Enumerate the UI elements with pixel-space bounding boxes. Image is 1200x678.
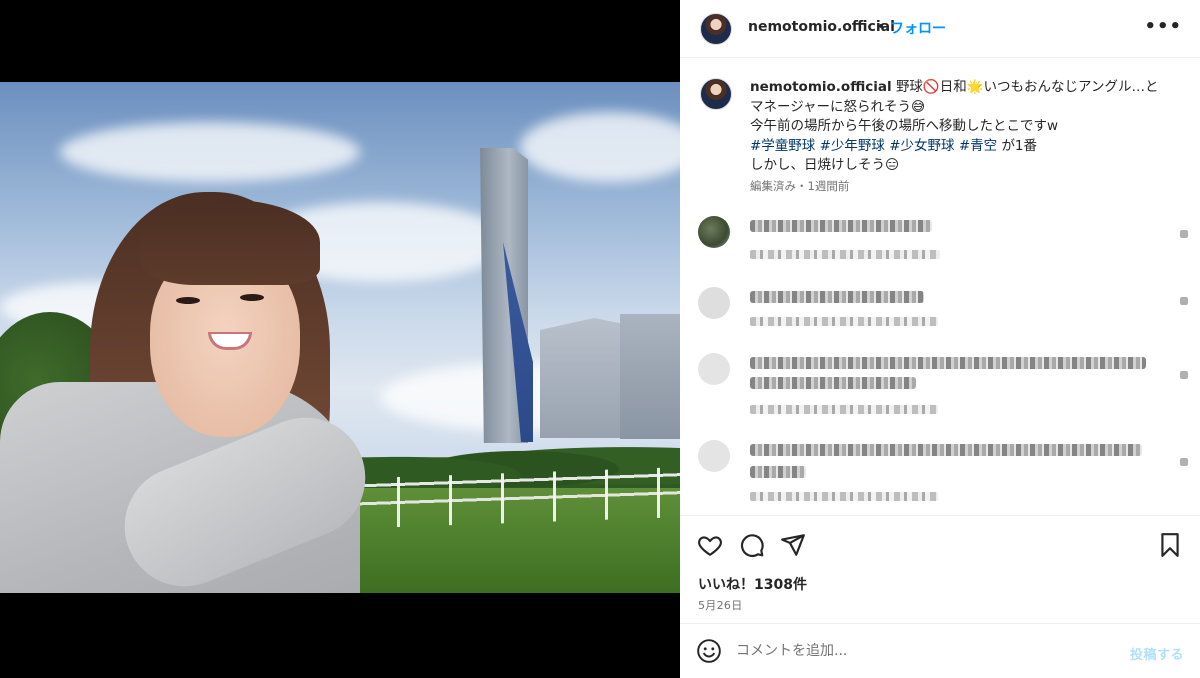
caption-line5: しかし、日焼けしそう😑 <box>750 157 900 173</box>
comment-input[interactable] <box>736 636 1106 666</box>
add-comment-bar: 投稿する <box>680 623 1200 678</box>
hashtag-link[interactable]: #青空 <box>959 138 997 154</box>
hashtag-link[interactable]: #学童野球 <box>750 138 815 154</box>
bookmark-icon[interactable] <box>1157 532 1183 558</box>
more-options-icon[interactable]: ••• <box>1144 16 1182 37</box>
action-bar: いいね！1308件 5月26日 <box>680 515 1200 623</box>
comment-item <box>698 440 1188 510</box>
caption-line4-suffix: が1番 <box>1001 137 1038 154</box>
comment-item <box>698 353 1188 423</box>
heart-icon[interactable] <box>697 532 723 558</box>
commenter-avatar[interactable] <box>698 440 730 472</box>
caption-line1: 野球🚫日和🌟いつもおんなじアングル…と <box>895 79 1159 95</box>
like-comment-icon[interactable] <box>1180 297 1188 305</box>
caption-meta: 編集済み・1週間前 <box>750 179 850 193</box>
like-comment-icon[interactable] <box>1180 230 1188 238</box>
post-panel: nemotomio.official • フォロー ••• nemotomio.… <box>680 0 1200 678</box>
like-comment-icon[interactable] <box>1180 458 1188 466</box>
follow-button[interactable]: フォロー <box>890 18 946 38</box>
comment-item <box>698 216 1188 276</box>
caption-line2: マネージャーに怒られそう😅 <box>750 98 926 115</box>
comment-icon[interactable] <box>739 532 765 558</box>
post-media <box>0 0 680 678</box>
avatar[interactable] <box>700 13 732 45</box>
caption: nemotomio.official 野球🚫日和🌟いつもおんなじアングル…と マ… <box>750 78 1180 176</box>
hashtag-link[interactable]: #少年野球 <box>820 138 885 154</box>
caption-username[interactable]: nemotomio.official <box>750 79 892 95</box>
post-header: nemotomio.official • フォロー ••• <box>680 0 1200 58</box>
post-date: 5月26日 <box>698 599 743 612</box>
like-comment-icon[interactable] <box>1180 371 1188 379</box>
header-username[interactable]: nemotomio.official <box>748 19 895 35</box>
commenter-avatar[interactable] <box>698 353 730 385</box>
commenter-avatar[interactable] <box>698 216 730 248</box>
likes-count[interactable]: いいね！1308件 <box>698 574 807 594</box>
comment-item <box>698 287 1188 347</box>
post-comment-button[interactable]: 投稿する <box>1130 644 1184 663</box>
separator-dot: • <box>877 19 886 35</box>
caption-line3: 今午前の場所から午後の場所へ移動したとこですw <box>750 118 1059 134</box>
post-photo <box>0 82 680 593</box>
caption-avatar[interactable] <box>700 78 732 110</box>
commenter-avatar[interactable] <box>698 287 730 319</box>
emoji-icon[interactable] <box>696 638 722 664</box>
hashtag-link[interactable]: #少女野球 <box>889 138 954 154</box>
share-icon[interactable] <box>780 532 806 558</box>
